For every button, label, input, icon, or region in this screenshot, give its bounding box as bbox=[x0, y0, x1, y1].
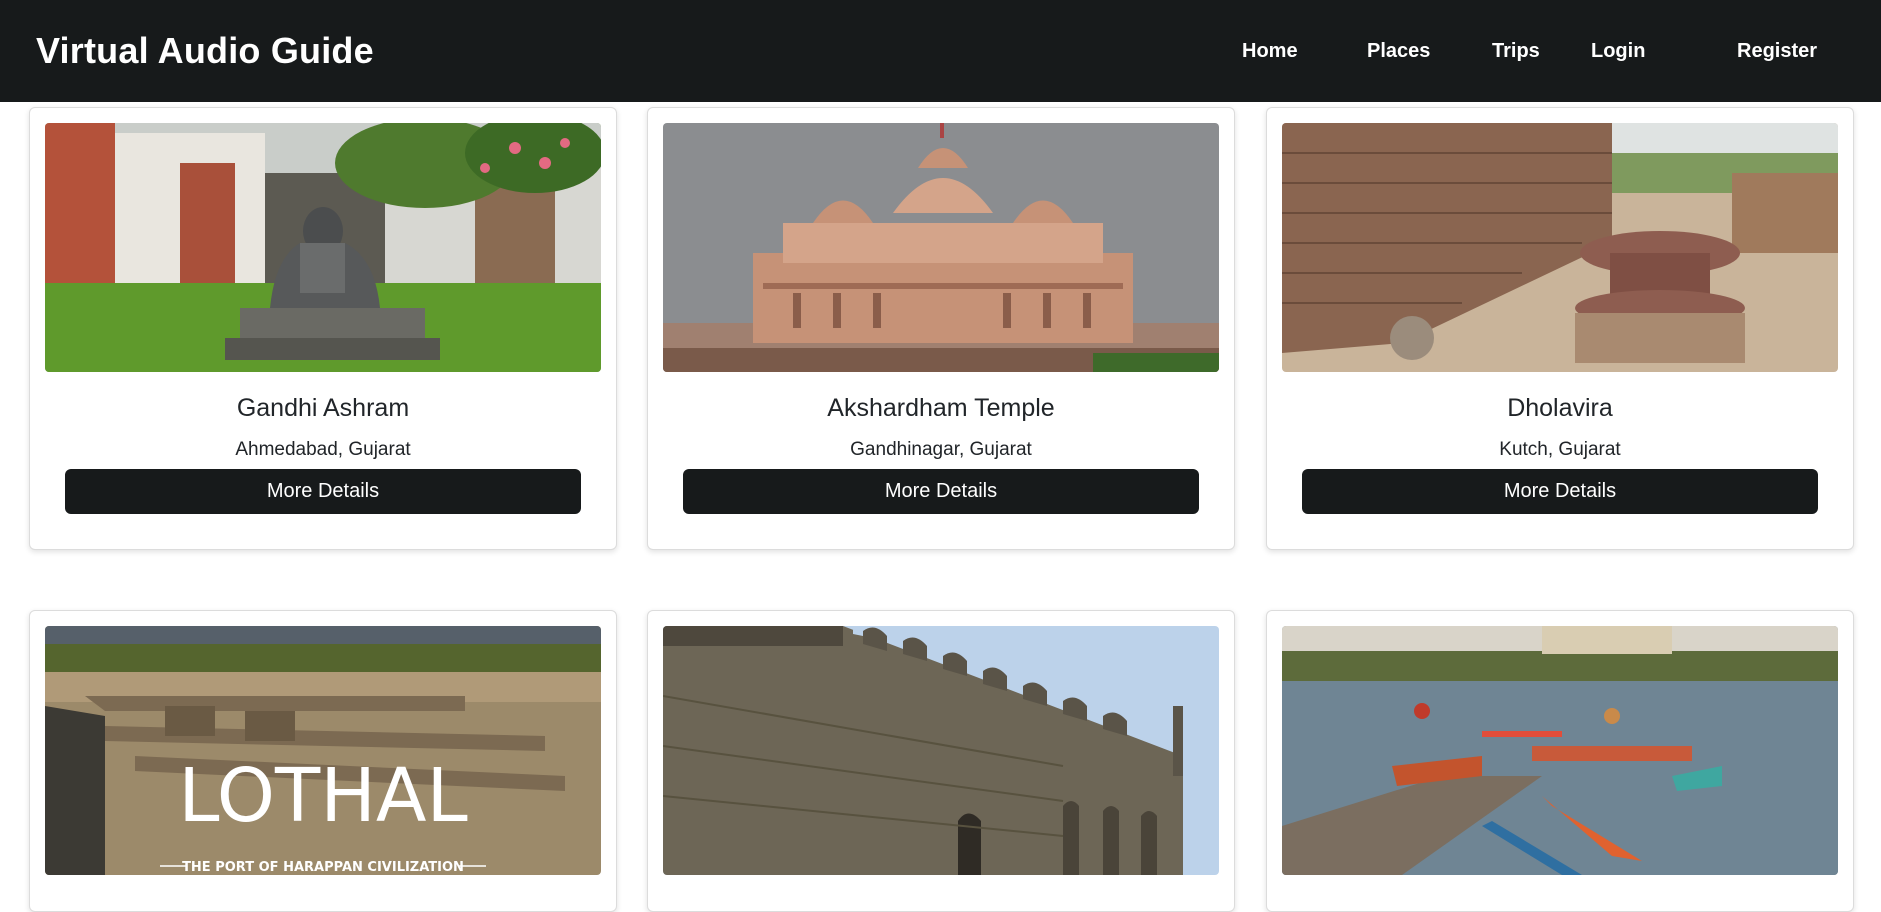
place-card-akshardham-temple: Akshardham Temple Gandhinagar, Gujarat M… bbox=[647, 107, 1235, 550]
place-title: Dholavira bbox=[1507, 394, 1613, 422]
lake-boats-photo bbox=[1282, 626, 1838, 875]
place-image bbox=[1282, 123, 1838, 372]
more-details-button[interactable]: More Details bbox=[65, 469, 581, 514]
gandhi-statue-photo bbox=[45, 123, 601, 372]
nav-places-link[interactable]: Places bbox=[1367, 0, 1430, 102]
place-image bbox=[1282, 626, 1838, 875]
more-details-button[interactable]: More Details bbox=[683, 469, 1199, 514]
place-card-lake bbox=[1266, 610, 1854, 912]
ruins-photo bbox=[1282, 123, 1838, 372]
place-location: Ahmedabad, Gujarat bbox=[235, 439, 411, 460]
place-image bbox=[663, 626, 1219, 875]
place-card-gandhi-ashram: Gandhi Ashram Ahmedabad, Gujarat More De… bbox=[29, 107, 617, 550]
nav-login-link[interactable]: Login bbox=[1591, 0, 1645, 102]
nav-home-link[interactable]: Home bbox=[1242, 0, 1298, 102]
nav-trips-link[interactable]: Trips bbox=[1492, 0, 1540, 102]
lothal-image-title: LOTHAL bbox=[178, 753, 468, 839]
place-image: LOTHAL THE PORT OF HARAPPAN CIVILIZATION bbox=[45, 626, 601, 875]
place-title: Akshardham Temple bbox=[827, 394, 1055, 422]
place-card-dholavira: Dholavira Kutch, Gujarat More Details bbox=[1266, 107, 1854, 550]
place-card-lothal: LOTHAL THE PORT OF HARAPPAN CIVILIZATION bbox=[29, 610, 617, 912]
brand-logo[interactable]: Virtual Audio Guide bbox=[36, 0, 374, 102]
temple-photo bbox=[663, 123, 1219, 372]
top-navbar: Virtual Audio Guide Home Places Trips Lo… bbox=[0, 0, 1881, 102]
place-image bbox=[45, 123, 601, 372]
place-image bbox=[663, 123, 1219, 372]
fort-wall-photo bbox=[663, 626, 1219, 875]
place-location: Kutch, Gujarat bbox=[1499, 439, 1621, 460]
more-details-button[interactable]: More Details bbox=[1302, 469, 1818, 514]
lothal-image-subtitle: THE PORT OF HARAPPAN CIVILIZATION bbox=[182, 860, 464, 875]
lothal-photo: LOTHAL THE PORT OF HARAPPAN CIVILIZATION bbox=[45, 626, 601, 875]
nav-register-link[interactable]: Register bbox=[1737, 0, 1817, 102]
place-card-fort bbox=[647, 610, 1235, 912]
place-location: Gandhinagar, Gujarat bbox=[850, 439, 1032, 460]
place-title: Gandhi Ashram bbox=[236, 394, 410, 422]
